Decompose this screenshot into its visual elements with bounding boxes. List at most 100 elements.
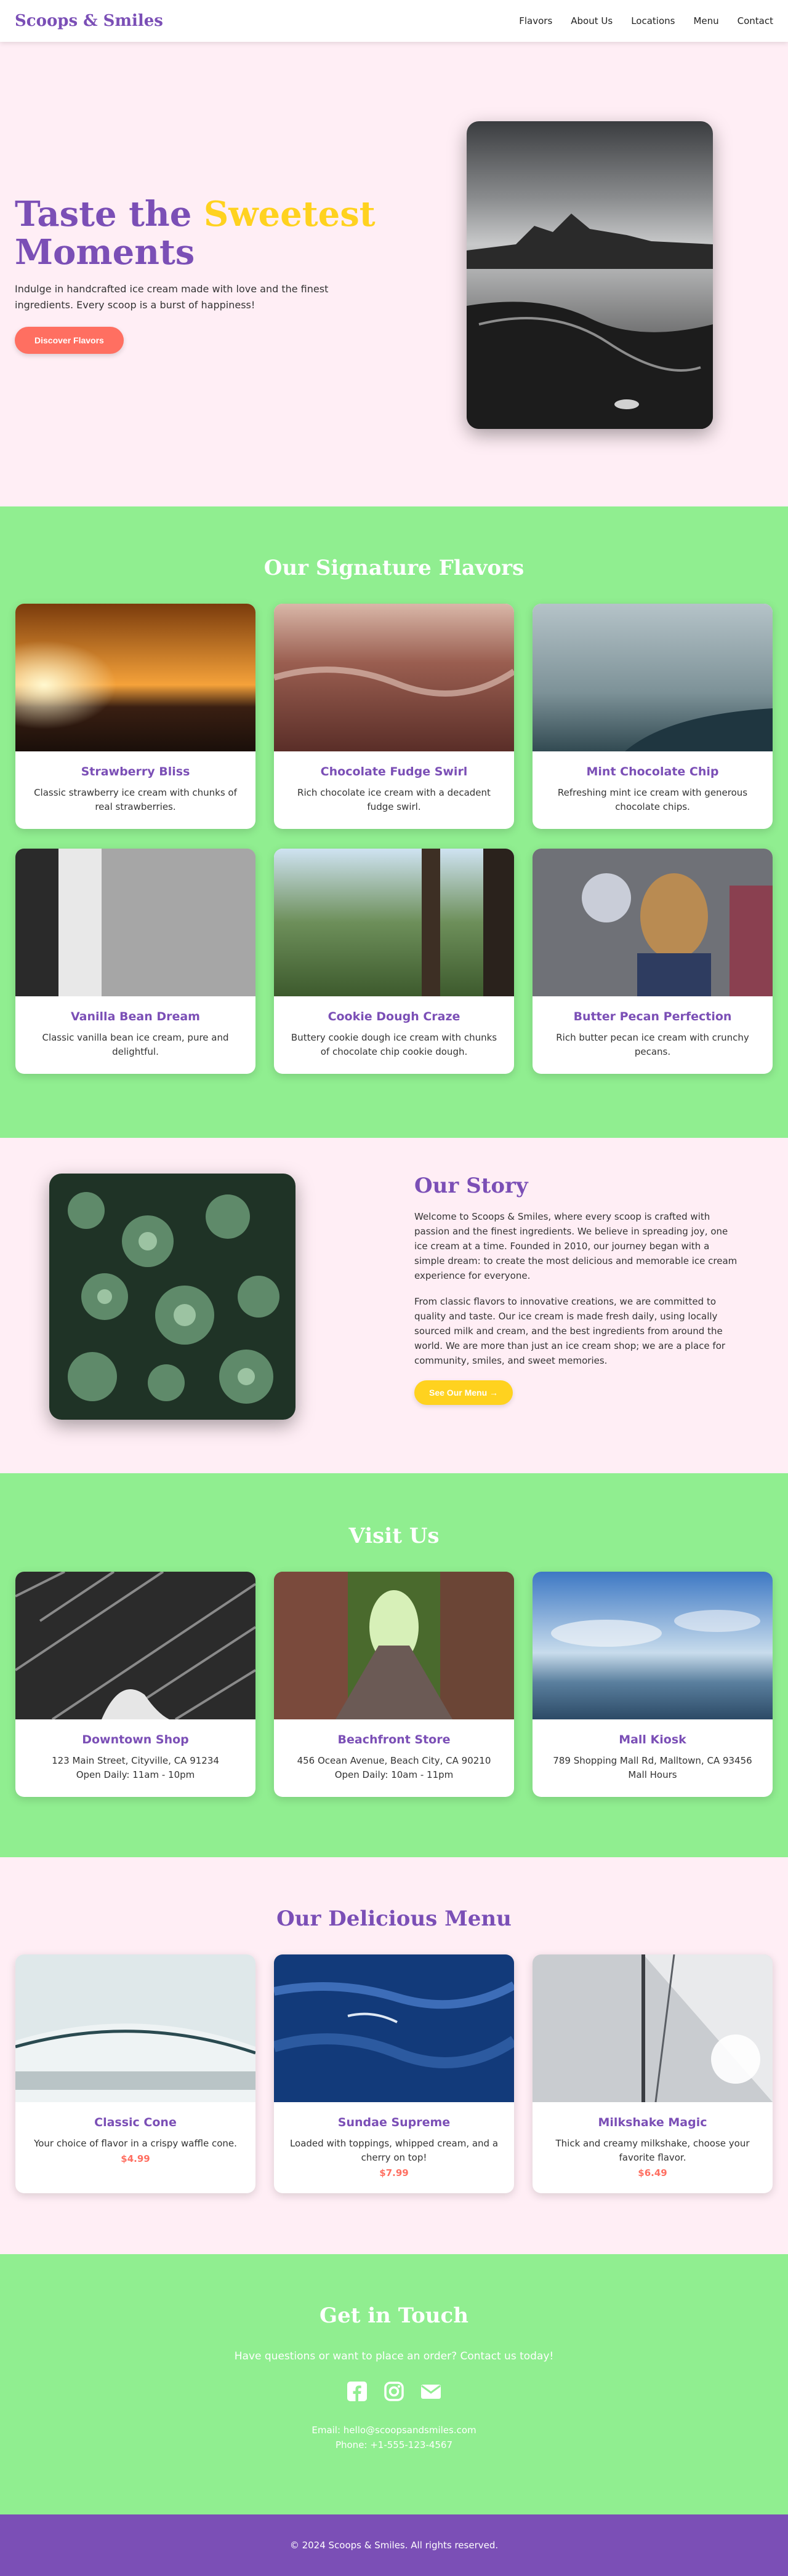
location-name: Downtown Shop <box>82 1733 189 1746</box>
contact-section: Get in Touch Have questions or want to p… <box>0 2254 788 2514</box>
contact-phone[interactable]: Phone: +1-555-123-4567 <box>0 2438 788 2452</box>
nav-link-about[interactable]: About Us <box>571 15 613 26</box>
flavor-description: Refreshing mint ice cream with generous … <box>557 787 748 812</box>
flavor-card[interactable]: Cookie Dough Craze Buttery cookie dough i… <box>274 849 514 1074</box>
flavor-card[interactable]: Mint Chocolate Chip Refreshing mint ice c… <box>533 604 773 829</box>
menu-grid: Classic Cone Your choice of flavor in a c… <box>0 1954 788 2193</box>
see-menu-button[interactable]: See Our Menu → <box>414 1380 513 1405</box>
location-details: 123 Main Street, Cityville, CA 91234 Open… <box>30 1754 241 1782</box>
location-name: Mall Kiosk <box>619 1733 686 1746</box>
location-address: 789 Shopping Mall Rd, Malltown, CA 93456 <box>553 1755 752 1766</box>
nav-link-menu[interactable]: Menu <box>693 15 718 26</box>
menu-item-name: Sundae Supreme <box>337 2116 451 2129</box>
location-details: 456 Ocean Avenue, Beach City, CA 90210 Op… <box>289 1754 499 1782</box>
flavor-description: Rich chocolate ice cream with a decadent… <box>297 787 491 812</box>
location-details: 789 Shopping Mall Rd, Malltown, CA 93456… <box>547 1754 758 1782</box>
visit-section: Visit Us Downtown Shop 123 Main Street, C… <box>0 1473 788 1857</box>
story-image <box>49 1174 296 1420</box>
location-card[interactable]: Mall Kiosk 789 Shopping Mall Rd, Malltown… <box>533 1572 773 1797</box>
hero-title-part1: Taste the <box>15 193 204 234</box>
flavor-image <box>274 849 514 996</box>
menu-item-price: $6.49 <box>638 2167 667 2178</box>
menu-card[interactable]: Milkshake Magic Thick and creamy milkshak… <box>533 1954 773 2193</box>
menu-section: Our Delicious Menu Classic Cone Your choi… <box>0 1857 788 2254</box>
flavor-card[interactable]: Butter Pecan Perfection Rich butter pecan… <box>533 849 773 1074</box>
flavor-name: Cookie Dough Craze <box>328 1010 460 1023</box>
footer: © 2024 Scoops & Smiles. All rights reser… <box>0 2514 788 2576</box>
nav-link-locations[interactable]: Locations <box>631 15 675 26</box>
story-paragraph-2: From classic flavors to innovative creat… <box>414 1296 726 1366</box>
location-image <box>15 1572 255 1719</box>
location-image <box>274 1572 514 1719</box>
contact-info: Email: hello@scoopsandsmiles.com Phone: … <box>0 2423 788 2452</box>
location-card[interactable]: Downtown Shop 123 Main Street, Cityville,… <box>15 1572 255 1797</box>
flavor-image <box>533 604 773 751</box>
facebook-icon[interactable] <box>347 2381 368 2402</box>
flavor-description: Classic vanilla bean ice cream, pure and… <box>42 1032 229 1057</box>
menu-card[interactable]: Classic Cone Your choice of flavor in a c… <box>15 1954 255 2193</box>
menu-item-price: $7.99 <box>379 2167 409 2178</box>
hero-title-part2: Moments <box>15 231 195 273</box>
locations-grid: Downtown Shop 123 Main Street, Cityville,… <box>0 1572 788 1797</box>
instagram-icon[interactable] <box>384 2381 404 2402</box>
menu-image <box>274 1954 514 2102</box>
menu-image <box>533 1954 773 2102</box>
arrow-right-icon: → <box>489 1388 499 1398</box>
location-hours: Open Daily: 11am - 10pm <box>76 1769 195 1780</box>
menu-item-description: Thick and creamy milkshake, choose your … <box>555 2138 750 2163</box>
flavor-image <box>274 604 514 751</box>
flavor-name: Vanilla Bean Dream <box>71 1010 200 1023</box>
story-text: Our Story Welcome to Scoops & Smiles, wh… <box>414 1174 741 1405</box>
top-navbar: Scoops & Smiles Flavors About Us Locatio… <box>0 0 788 42</box>
contact-lead: Have questions or want to place an order… <box>234 2350 554 2362</box>
location-hours: Open Daily: 10am - 11pm <box>334 1769 454 1780</box>
location-hours: Mall Hours <box>628 1769 677 1780</box>
menu-title: Our Delicious Menu <box>276 1906 512 1931</box>
flavor-description: Buttery cookie dough ice cream with chun… <box>291 1032 497 1057</box>
copyright-text: © 2024 Scoops & Smiles. All rights reser… <box>289 2540 499 2551</box>
menu-item-description: Loaded with toppings, whipped cream, and… <box>289 2138 499 2163</box>
flavor-image <box>15 849 255 996</box>
hero-title-accent: Sweetest <box>203 193 376 234</box>
contact-email[interactable]: Email: hello@scoopsandsmiles.com <box>0 2423 788 2438</box>
story-paragraph-1: Welcome to Scoops & Smiles, where every … <box>414 1211 738 1281</box>
nav-link-contact[interactable]: Contact <box>738 15 773 26</box>
menu-card[interactable]: Sundae Supreme Loaded with toppings, whip… <box>274 1954 514 2193</box>
flavors-title: Our Signature Flavors <box>263 556 525 580</box>
flavors-section: Our Signature Flavors Strawberry Bliss Cl… <box>0 506 788 1138</box>
flavor-card[interactable]: Vanilla Bean Dream Classic vanilla bean i… <box>15 849 255 1074</box>
flavors-grid: Strawberry Bliss Classic strawberry ice c… <box>0 604 788 1074</box>
flavor-description: Classic strawberry ice cream with chunks… <box>34 787 237 812</box>
hero-image <box>467 121 713 429</box>
flavor-image <box>15 604 255 751</box>
discover-flavors-button[interactable]: Discover Flavors <box>15 326 124 354</box>
social-links <box>0 2381 788 2402</box>
flavor-name: Chocolate Fudge Swirl <box>320 765 468 778</box>
contact-title: Get in Touch <box>320 2303 468 2328</box>
location-name: Beachfront Store <box>337 1733 451 1746</box>
hero-title: Taste the Sweetest Moments <box>15 195 396 271</box>
flavor-name: Mint Chocolate Chip <box>586 765 719 778</box>
location-address: 456 Ocean Avenue, Beach City, CA 90210 <box>297 1755 491 1766</box>
flavor-name: Strawberry Bliss <box>81 765 190 778</box>
nav-links: Flavors About Us Locations Menu Contact <box>519 15 773 26</box>
see-menu-label: See Our Menu <box>429 1388 488 1398</box>
location-image <box>533 1572 773 1719</box>
site-logo[interactable]: Scoops & Smiles <box>15 12 163 30</box>
location-card[interactable]: Beachfront Store 456 Ocean Avenue, Beach … <box>274 1572 514 1797</box>
menu-item-price: $4.99 <box>121 2153 150 2164</box>
story-section: Our Story Welcome to Scoops & Smiles, wh… <box>0 1138 788 1473</box>
menu-image <box>15 1954 255 2102</box>
story-title: Our Story <box>414 1174 528 1198</box>
flavor-card[interactable]: Strawberry Bliss Classic strawberry ice c… <box>15 604 255 829</box>
menu-item-name: Milkshake Magic <box>598 2116 707 2129</box>
menu-item-name: Classic Cone <box>94 2116 177 2129</box>
location-address: 123 Main Street, Cityville, CA 91234 <box>52 1755 219 1766</box>
flavor-description: Rich butter pecan ice cream with crunchy… <box>556 1032 749 1057</box>
flavor-name: Butter Pecan Perfection <box>573 1010 732 1023</box>
envelope-icon[interactable] <box>420 2381 441 2402</box>
hero-description: Indulge in handcrafted ice cream made wi… <box>15 282 329 311</box>
nav-link-flavors[interactable]: Flavors <box>519 15 552 26</box>
flavor-card[interactable]: Chocolate Fudge Swirl Rich chocolate ice … <box>274 604 514 829</box>
flavor-image <box>533 849 773 996</box>
